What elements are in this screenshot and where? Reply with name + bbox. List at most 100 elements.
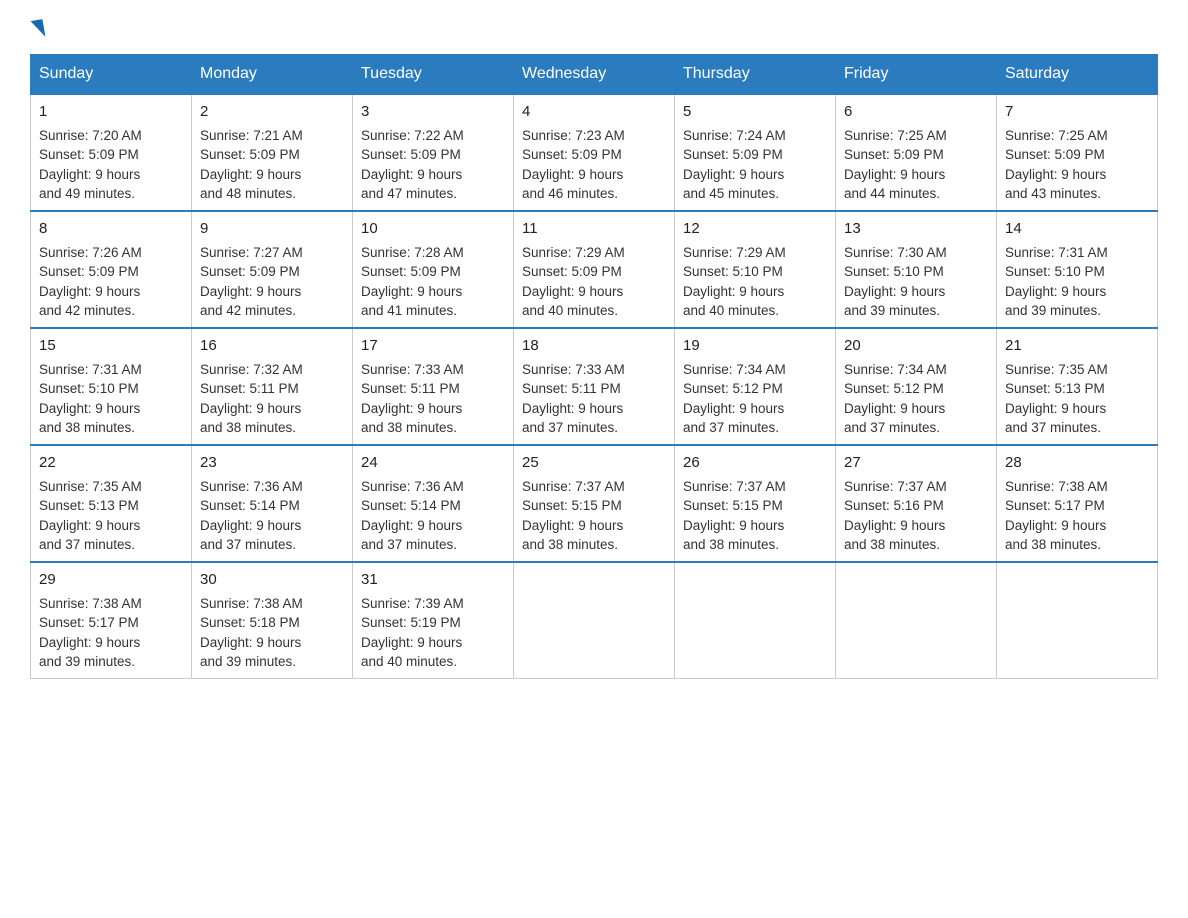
calendar-day-cell: 18 Sunrise: 7:33 AM Sunset: 5:11 PM Dayl… [514, 328, 675, 445]
calendar-day-cell: 14 Sunrise: 7:31 AM Sunset: 5:10 PM Dayl… [997, 211, 1158, 328]
sunset-label: Sunset: 5:09 PM [200, 264, 300, 279]
sunset-label: Sunset: 5:13 PM [39, 498, 139, 513]
day-number: 14 [1005, 218, 1149, 240]
day-number: 16 [200, 335, 344, 357]
day-number: 17 [361, 335, 505, 357]
calendar-day-cell: 3 Sunrise: 7:22 AM Sunset: 5:09 PM Dayli… [353, 94, 514, 211]
calendar-week-row: 15 Sunrise: 7:31 AM Sunset: 5:10 PM Dayl… [31, 328, 1158, 445]
header-day-friday: Friday [836, 55, 997, 95]
calendar-header-row: SundayMondayTuesdayWednesdayThursdayFrid… [31, 55, 1158, 95]
calendar-day-cell: 17 Sunrise: 7:33 AM Sunset: 5:11 PM Dayl… [353, 328, 514, 445]
day-number: 8 [39, 218, 183, 240]
calendar-day-cell: 2 Sunrise: 7:21 AM Sunset: 5:09 PM Dayli… [192, 94, 353, 211]
sunset-label: Sunset: 5:09 PM [361, 264, 461, 279]
sunset-label: Sunset: 5:19 PM [361, 615, 461, 630]
sunrise-label: Sunrise: 7:34 AM [844, 362, 947, 377]
daylight-minutes: and 49 minutes. [39, 186, 135, 201]
daylight-minutes: and 39 minutes. [39, 654, 135, 669]
calendar-day-cell: 23 Sunrise: 7:36 AM Sunset: 5:14 PM Dayl… [192, 445, 353, 562]
day-number: 30 [200, 569, 344, 591]
sunset-label: Sunset: 5:09 PM [39, 147, 139, 162]
calendar-day-cell: 15 Sunrise: 7:31 AM Sunset: 5:10 PM Dayl… [31, 328, 192, 445]
empty-cell [514, 562, 675, 679]
daylight-label: Daylight: 9 hours [39, 635, 140, 650]
sunset-label: Sunset: 5:09 PM [361, 147, 461, 162]
calendar-day-cell: 20 Sunrise: 7:34 AM Sunset: 5:12 PM Dayl… [836, 328, 997, 445]
calendar-week-row: 1 Sunrise: 7:20 AM Sunset: 5:09 PM Dayli… [31, 94, 1158, 211]
sunset-label: Sunset: 5:09 PM [200, 147, 300, 162]
daylight-label: Daylight: 9 hours [522, 401, 623, 416]
calendar-day-cell: 7 Sunrise: 7:25 AM Sunset: 5:09 PM Dayli… [997, 94, 1158, 211]
sunrise-label: Sunrise: 7:29 AM [522, 245, 625, 260]
sunrise-label: Sunrise: 7:33 AM [361, 362, 464, 377]
day-number: 10 [361, 218, 505, 240]
day-number: 26 [683, 452, 827, 474]
sunrise-label: Sunrise: 7:38 AM [1005, 479, 1108, 494]
daylight-label: Daylight: 9 hours [200, 167, 301, 182]
day-number: 22 [39, 452, 183, 474]
daylight-minutes: and 39 minutes. [844, 303, 940, 318]
daylight-label: Daylight: 9 hours [1005, 401, 1106, 416]
sunset-label: Sunset: 5:11 PM [522, 381, 621, 396]
daylight-minutes: and 37 minutes. [1005, 420, 1101, 435]
daylight-label: Daylight: 9 hours [200, 635, 301, 650]
daylight-minutes: and 38 minutes. [1005, 537, 1101, 552]
sunset-label: Sunset: 5:09 PM [39, 264, 139, 279]
sunrise-label: Sunrise: 7:32 AM [200, 362, 303, 377]
empty-cell [997, 562, 1158, 679]
daylight-label: Daylight: 9 hours [1005, 167, 1106, 182]
daylight-minutes: and 43 minutes. [1005, 186, 1101, 201]
daylight-minutes: and 37 minutes. [39, 537, 135, 552]
daylight-label: Daylight: 9 hours [683, 284, 784, 299]
sunrise-label: Sunrise: 7:38 AM [39, 596, 142, 611]
header-day-wednesday: Wednesday [514, 55, 675, 95]
day-number: 13 [844, 218, 988, 240]
daylight-minutes: and 47 minutes. [361, 186, 457, 201]
sunset-label: Sunset: 5:09 PM [844, 147, 944, 162]
calendar-day-cell: 26 Sunrise: 7:37 AM Sunset: 5:15 PM Dayl… [675, 445, 836, 562]
sunrise-label: Sunrise: 7:35 AM [1005, 362, 1108, 377]
sunset-label: Sunset: 5:10 PM [683, 264, 783, 279]
day-number: 18 [522, 335, 666, 357]
sunrise-label: Sunrise: 7:31 AM [39, 362, 142, 377]
calendar-day-cell: 19 Sunrise: 7:34 AM Sunset: 5:12 PM Dayl… [675, 328, 836, 445]
day-number: 5 [683, 101, 827, 123]
day-number: 4 [522, 101, 666, 123]
sunrise-label: Sunrise: 7:39 AM [361, 596, 464, 611]
page-header [30, 20, 1158, 38]
calendar-day-cell: 12 Sunrise: 7:29 AM Sunset: 5:10 PM Dayl… [675, 211, 836, 328]
daylight-minutes: and 41 minutes. [361, 303, 457, 318]
calendar-day-cell: 11 Sunrise: 7:29 AM Sunset: 5:09 PM Dayl… [514, 211, 675, 328]
day-number: 7 [1005, 101, 1149, 123]
sunset-label: Sunset: 5:16 PM [844, 498, 944, 513]
sunset-label: Sunset: 5:14 PM [361, 498, 461, 513]
daylight-label: Daylight: 9 hours [39, 167, 140, 182]
sunset-label: Sunset: 5:11 PM [361, 381, 460, 396]
calendar-table: SundayMondayTuesdayWednesdayThursdayFrid… [30, 54, 1158, 679]
calendar-day-cell: 6 Sunrise: 7:25 AM Sunset: 5:09 PM Dayli… [836, 94, 997, 211]
sunset-label: Sunset: 5:15 PM [522, 498, 622, 513]
daylight-label: Daylight: 9 hours [39, 518, 140, 533]
sunrise-label: Sunrise: 7:29 AM [683, 245, 786, 260]
daylight-label: Daylight: 9 hours [844, 518, 945, 533]
header-day-sunday: Sunday [31, 55, 192, 95]
sunrise-label: Sunrise: 7:26 AM [39, 245, 142, 260]
daylight-label: Daylight: 9 hours [1005, 284, 1106, 299]
sunset-label: Sunset: 5:10 PM [39, 381, 139, 396]
day-number: 29 [39, 569, 183, 591]
daylight-label: Daylight: 9 hours [39, 401, 140, 416]
daylight-label: Daylight: 9 hours [39, 284, 140, 299]
daylight-label: Daylight: 9 hours [361, 167, 462, 182]
sunrise-label: Sunrise: 7:30 AM [844, 245, 947, 260]
daylight-label: Daylight: 9 hours [361, 401, 462, 416]
daylight-minutes: and 37 minutes. [683, 420, 779, 435]
daylight-label: Daylight: 9 hours [361, 518, 462, 533]
daylight-label: Daylight: 9 hours [361, 635, 462, 650]
day-number: 9 [200, 218, 344, 240]
sunset-label: Sunset: 5:09 PM [1005, 147, 1105, 162]
calendar-day-cell: 8 Sunrise: 7:26 AM Sunset: 5:09 PM Dayli… [31, 211, 192, 328]
daylight-label: Daylight: 9 hours [844, 167, 945, 182]
daylight-minutes: and 37 minutes. [522, 420, 618, 435]
day-number: 31 [361, 569, 505, 591]
sunrise-label: Sunrise: 7:23 AM [522, 128, 625, 143]
